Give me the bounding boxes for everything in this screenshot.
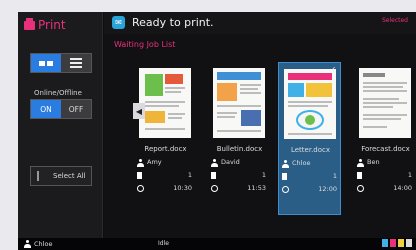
job-card-selected[interactable]: ✓ Letter.docx Chloe 1 12:00 [278, 62, 341, 215]
job-user-row: Chloe [282, 159, 339, 169]
job-user: David [221, 158, 240, 166]
online-button[interactable]: ON [31, 100, 61, 118]
screen: Print Online/Offline ON OFF Select All ✉… [18, 12, 416, 250]
job-copies: 1 [407, 171, 412, 179]
select-all-marker [37, 171, 39, 181]
toner-cyan [382, 239, 388, 247]
job-time: 14:00 [393, 184, 412, 192]
grid-view-button[interactable] [31, 54, 61, 72]
job-card[interactable]: Report.docx Amy 1 10:30 [134, 62, 197, 215]
job-card[interactable]: Bulletin.docx David 1 11:53 [208, 62, 271, 215]
job-card[interactable]: Forecast.docx Ben 1 14:00 [354, 62, 416, 215]
arrow-left-icon: ◀ [135, 106, 143, 116]
clock-icon [357, 185, 364, 192]
document-icon [211, 172, 216, 179]
job-copies-row: 1 [357, 171, 414, 181]
device-bezel: Print Online/Offline ON OFF Select All ✉… [0, 0, 416, 250]
job-copies-row: 1 [282, 172, 339, 182]
job-user-row: Amy [137, 158, 194, 168]
user-icon [137, 159, 144, 167]
job-list-title: Waiting Job List [114, 40, 176, 49]
job-copies: 1 [332, 172, 337, 180]
header: ✉ Ready to print. Selected [104, 12, 416, 34]
file-name: Forecast.docx [361, 145, 410, 153]
app-title: Print [24, 16, 66, 34]
sidebar: Print Online/Offline ON OFF Select All [18, 12, 103, 238]
online-offline-toggle: ON OFF [30, 99, 92, 119]
footer-user: Chloe [34, 240, 53, 248]
user-icon [282, 160, 289, 168]
job-time-row: 11:53 [211, 184, 268, 194]
selected-label: Selected [381, 17, 408, 24]
job-time: 11:53 [247, 184, 266, 192]
document-thumbnail [284, 69, 336, 139]
select-all-button[interactable]: Select All [30, 166, 92, 186]
toner-magenta [390, 239, 396, 247]
status-text: Ready to print. [132, 16, 214, 29]
job-user: Ben [367, 158, 380, 166]
document-icon [357, 172, 362, 179]
online-offline-label: Online/Offline [34, 89, 82, 97]
grid-view-icon [39, 60, 53, 66]
job-copies-row: 1 [211, 171, 268, 181]
footer-status: Idle [158, 240, 169, 247]
job-time-row: 10:30 [137, 184, 194, 194]
clock-icon [137, 185, 144, 192]
job-time: 12:00 [318, 185, 337, 193]
file-name: Report.docx [144, 145, 187, 153]
status-icon: ✉ [112, 16, 125, 29]
clock-icon [211, 185, 218, 192]
file-name: Letter.docx [290, 146, 331, 154]
select-all-label: Select All [53, 172, 86, 180]
job-list-panel: Waiting Job List ◀ Report.docx Amy 1 10:… [104, 34, 416, 238]
document-icon [137, 172, 142, 179]
user-icon [24, 240, 31, 248]
app-title-text: Print [38, 18, 66, 32]
list-view-button[interactable] [61, 54, 91, 72]
clock-icon [282, 186, 289, 193]
user-icon [211, 159, 218, 167]
list-view-icon [70, 58, 82, 68]
job-copies: 1 [261, 171, 266, 179]
job-copies: 1 [187, 171, 192, 179]
job-user: Amy [147, 158, 162, 166]
file-name: Bulletin.docx [216, 145, 263, 153]
document-icon [282, 173, 287, 180]
document-thumbnail [139, 68, 191, 138]
document-thumbnail [359, 68, 411, 138]
toner-yellow [398, 239, 404, 247]
user-icon [357, 159, 364, 167]
footer-bar: Chloe Idle [18, 238, 416, 250]
document-thumbnail [213, 68, 265, 138]
view-toggle [30, 53, 92, 73]
toner-black [406, 239, 412, 247]
job-time: 10:30 [173, 184, 192, 192]
job-user-row: David [211, 158, 268, 168]
job-time-row: 14:00 [357, 184, 414, 194]
job-time-row: 12:00 [282, 185, 339, 195]
printer-icon [24, 17, 35, 30]
scroll-left-button[interactable]: ◀ [133, 103, 145, 119]
offline-button[interactable]: OFF [61, 100, 91, 118]
job-user-row: Ben [357, 158, 414, 168]
toner-indicators [382, 239, 412, 247]
job-user: Chloe [292, 159, 311, 167]
job-copies-row: 1 [137, 171, 194, 181]
